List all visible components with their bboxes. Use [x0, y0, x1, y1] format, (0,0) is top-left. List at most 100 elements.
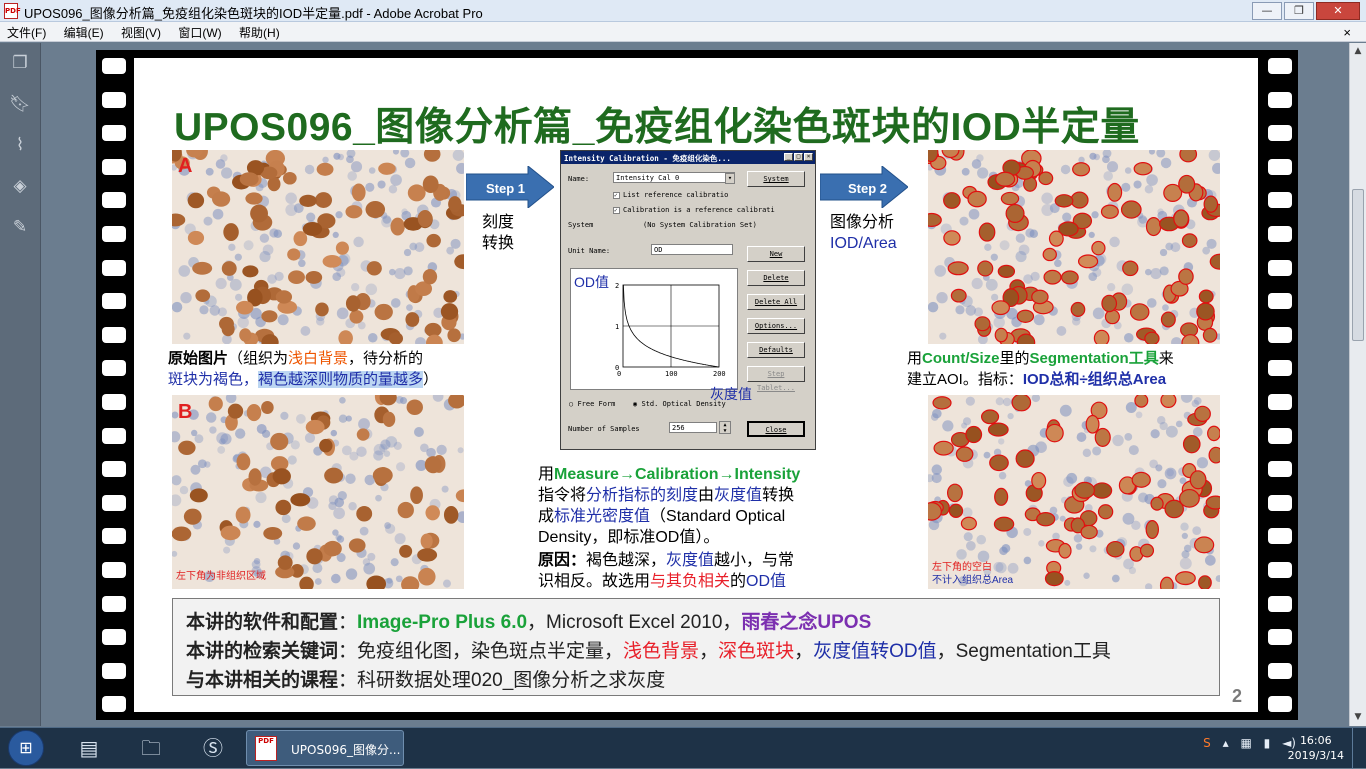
minimize-button[interactable]: —	[1252, 2, 1282, 20]
nucleus-blue	[1088, 231, 1095, 239]
pages-icon[interactable]: ❐	[9, 52, 31, 74]
nucleus-brown	[1207, 425, 1220, 442]
nucleus-blue	[991, 293, 999, 301]
nucleus-blue	[939, 332, 947, 340]
nucleus-brown	[1194, 405, 1211, 422]
nucleus-brown	[315, 302, 329, 317]
menu-file[interactable]: 文件(F)	[0, 22, 53, 43]
nucleus-blue	[328, 501, 337, 511]
nucleus-blue	[1056, 325, 1067, 336]
unit-name-field: OD	[651, 244, 733, 255]
pdf-file-icon: PDF	[255, 736, 277, 761]
nucleus-brown	[1060, 270, 1079, 285]
nucleus-blue	[1175, 420, 1183, 428]
nucleus-blue	[277, 314, 289, 326]
nucleus-brown	[178, 440, 196, 455]
menu-help[interactable]: 帮助(H)	[232, 22, 287, 43]
vertical-scrollbar[interactable]: ▲ ▼	[1349, 43, 1366, 726]
ihc-image-b	[172, 395, 464, 589]
menu-window[interactable]: 窗口(W)	[171, 22, 228, 43]
nucleus-brown	[1189, 470, 1207, 490]
nucleus-blue	[1075, 543, 1083, 550]
nucleus-blue	[441, 485, 449, 493]
ihc-image-a	[172, 150, 464, 344]
nucleus-brown	[297, 516, 316, 531]
sogou-taskbar-icon[interactable]: Ⓢ	[186, 730, 240, 766]
nucleus-blue	[373, 450, 384, 461]
close-button[interactable]: ✕	[1316, 2, 1360, 20]
layers-icon[interactable]: ◈	[9, 175, 31, 197]
nucleus-brown	[955, 446, 974, 462]
scroll-thumb[interactable]	[1352, 189, 1364, 341]
nucleus-brown	[967, 190, 987, 208]
nucleus-brown	[425, 505, 440, 521]
scroll-up-icon[interactable]: ▲	[1350, 43, 1366, 60]
nucleus-brown	[183, 508, 202, 525]
nucleus-blue	[178, 265, 191, 277]
film-sprocket-hole	[1268, 58, 1292, 74]
nucleus-blue	[962, 417, 972, 426]
nucleus-blue	[394, 533, 406, 545]
nucleus-brown	[189, 488, 208, 503]
bookmarks-icon[interactable]: 🔖︎	[9, 93, 31, 115]
sogou-icon[interactable]: S	[1203, 736, 1211, 750]
menu-view[interactable]: 视图(V)	[114, 22, 168, 43]
nucleus-brown	[1100, 204, 1119, 219]
nucleus-brown	[1208, 446, 1220, 464]
nucleus-blue	[1078, 156, 1085, 164]
nucleus-brown	[227, 403, 244, 419]
dialog-close-button: Close	[747, 421, 805, 437]
nucleus-blue	[1179, 557, 1192, 570]
show-hidden-icon[interactable]: ▴	[1223, 736, 1229, 750]
nucleus-blue	[420, 443, 429, 453]
reference-calibration-checkbox: ✓ Calibration is a reference calibrati	[613, 206, 775, 214]
acrobat-task-button[interactable]: PDF UPOS096_图像分...	[246, 730, 404, 766]
film-sprocket-hole	[102, 226, 126, 242]
samples-spinner-icon: ▲ ▼	[719, 421, 731, 434]
nucleus-brown	[1145, 217, 1162, 237]
nucleus-blue	[1054, 259, 1062, 268]
battery-icon[interactable]: ▮	[1264, 736, 1271, 750]
notepad-taskbar-icon[interactable]: ▤	[62, 730, 116, 766]
nucleus-brown	[242, 265, 259, 278]
scroll-down-icon[interactable]: ▼	[1350, 709, 1366, 726]
film-sprocket-hole	[1268, 528, 1292, 545]
nucleus-blue	[963, 532, 973, 542]
x-tick-label: 200	[713, 370, 726, 378]
nucleus-brown	[1198, 289, 1214, 304]
explorer-taskbar-icon[interactable]: 🗀︎	[124, 730, 178, 766]
nucleus-blue	[1041, 204, 1054, 216]
nucleus-blue	[358, 418, 370, 430]
restore-button[interactable]: ❐	[1284, 2, 1314, 20]
nucleus-blue	[413, 427, 424, 437]
network-icon[interactable]: ▦	[1240, 736, 1251, 750]
windows-logo-icon: ⊞	[19, 738, 33, 757]
nucleus-blue	[1112, 434, 1124, 447]
delete-all-button: Delete All	[747, 294, 805, 310]
menu-edit[interactable]: 编辑(E)	[57, 22, 111, 43]
nucleus-blue	[1121, 283, 1134, 296]
close-document-button[interactable]: ×	[1336, 23, 1358, 42]
free-form-radio: ○ Free Form	[569, 400, 616, 408]
nucleus-blue	[1157, 208, 1164, 215]
nucleus-blue	[212, 208, 224, 220]
nucleus-blue	[203, 216, 213, 226]
nucleus-blue	[928, 301, 939, 313]
defaults-button: Defaults	[747, 342, 805, 358]
keywords-line: 本讲的检索关键词：免疫组化图，染色斑点半定量，浅色背景，深色斑块，灰度值转OD值…	[186, 641, 1111, 662]
nucleus-brown	[1178, 268, 1194, 285]
film-sprocket-hole	[102, 360, 126, 377]
nucleus-brown	[1160, 311, 1176, 328]
nucleus-blue	[346, 155, 354, 164]
start-button[interactable]: ⊞	[8, 730, 44, 766]
show-desktop-button[interactable]	[1352, 728, 1366, 769]
signatures-icon[interactable]: ✎	[9, 216, 31, 238]
nucleus-blue	[349, 451, 359, 461]
clock[interactable]: 16:06 2019/3/14	[1288, 733, 1344, 763]
attachments-icon[interactable]: ⌇	[9, 134, 31, 156]
nucleus-blue	[1073, 534, 1083, 543]
nucleus-blue	[984, 243, 992, 251]
nucleus-brown	[272, 468, 291, 485]
nucleus-brown	[948, 503, 964, 518]
nucleus-brown	[422, 268, 438, 285]
